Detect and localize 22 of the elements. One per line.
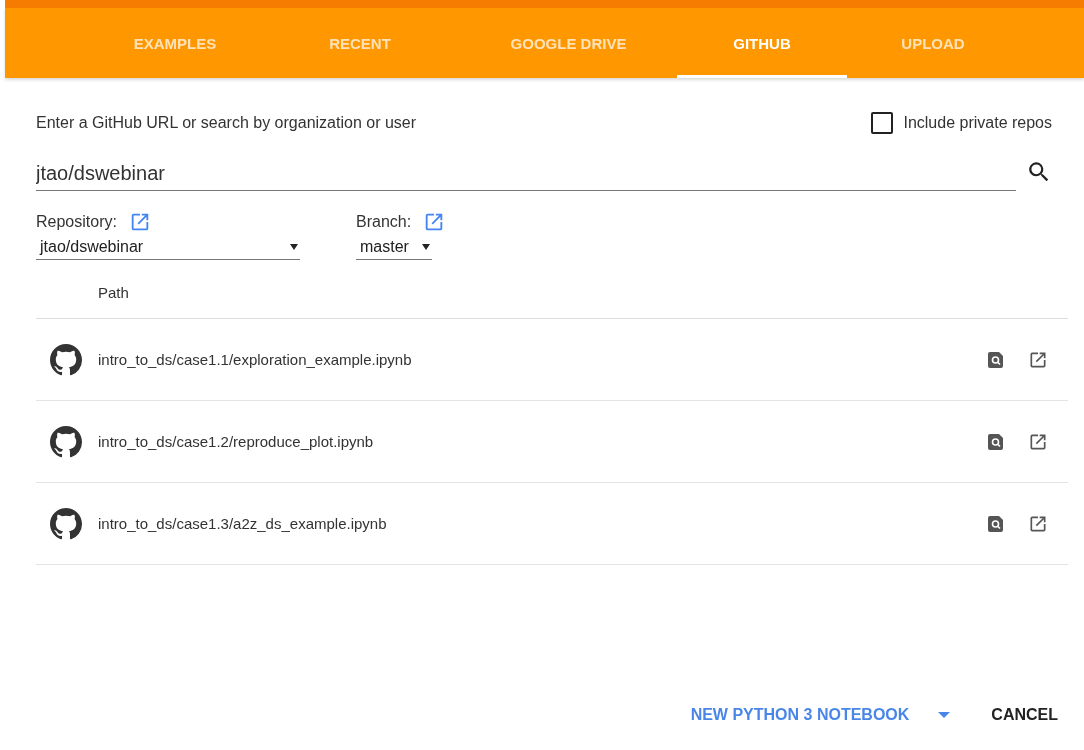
checkbox[interactable] [871,112,894,134]
column-header: Path [98,284,130,301]
preview-icon[interactable] [986,431,1006,452]
file-path[interactable]: intro_to_ds/case1.3/a2z_ds_example.ipynb [98,515,986,532]
file-path[interactable]: intro_to_ds/case1.1/exploration_example.ipynb [98,351,986,368]
repository-label: Repository: [36,213,117,231]
repository-dropdown[interactable]: jtao/dswebinar [36,235,300,260]
github-icon [50,425,82,458]
branch-label: Branch: [356,213,412,231]
search-field[interactable]: jtao/dswebinar [36,158,1016,191]
file-path[interactable]: intro_to_ds/case1.2/reproduce_plot.ipynb [98,433,986,450]
caret-icon [422,244,430,250]
checkbox-label[interactable]: Include private repos [903,114,1052,132]
new-notebook-button[interactable]: NEW PYTHON 3 NOTEBOOK [690,700,910,730]
search-label: Enter a GitHub URL or search by organization or user [36,114,417,132]
cancel-button[interactable]: CANCEL [991,700,1058,730]
preview-icon[interactable] [986,349,1006,370]
preview-icon[interactable] [986,513,1006,534]
caret-icon [290,244,298,250]
github-icon [50,343,82,376]
branch-dropdown[interactable]: master [356,235,432,260]
github-icon [50,507,82,540]
